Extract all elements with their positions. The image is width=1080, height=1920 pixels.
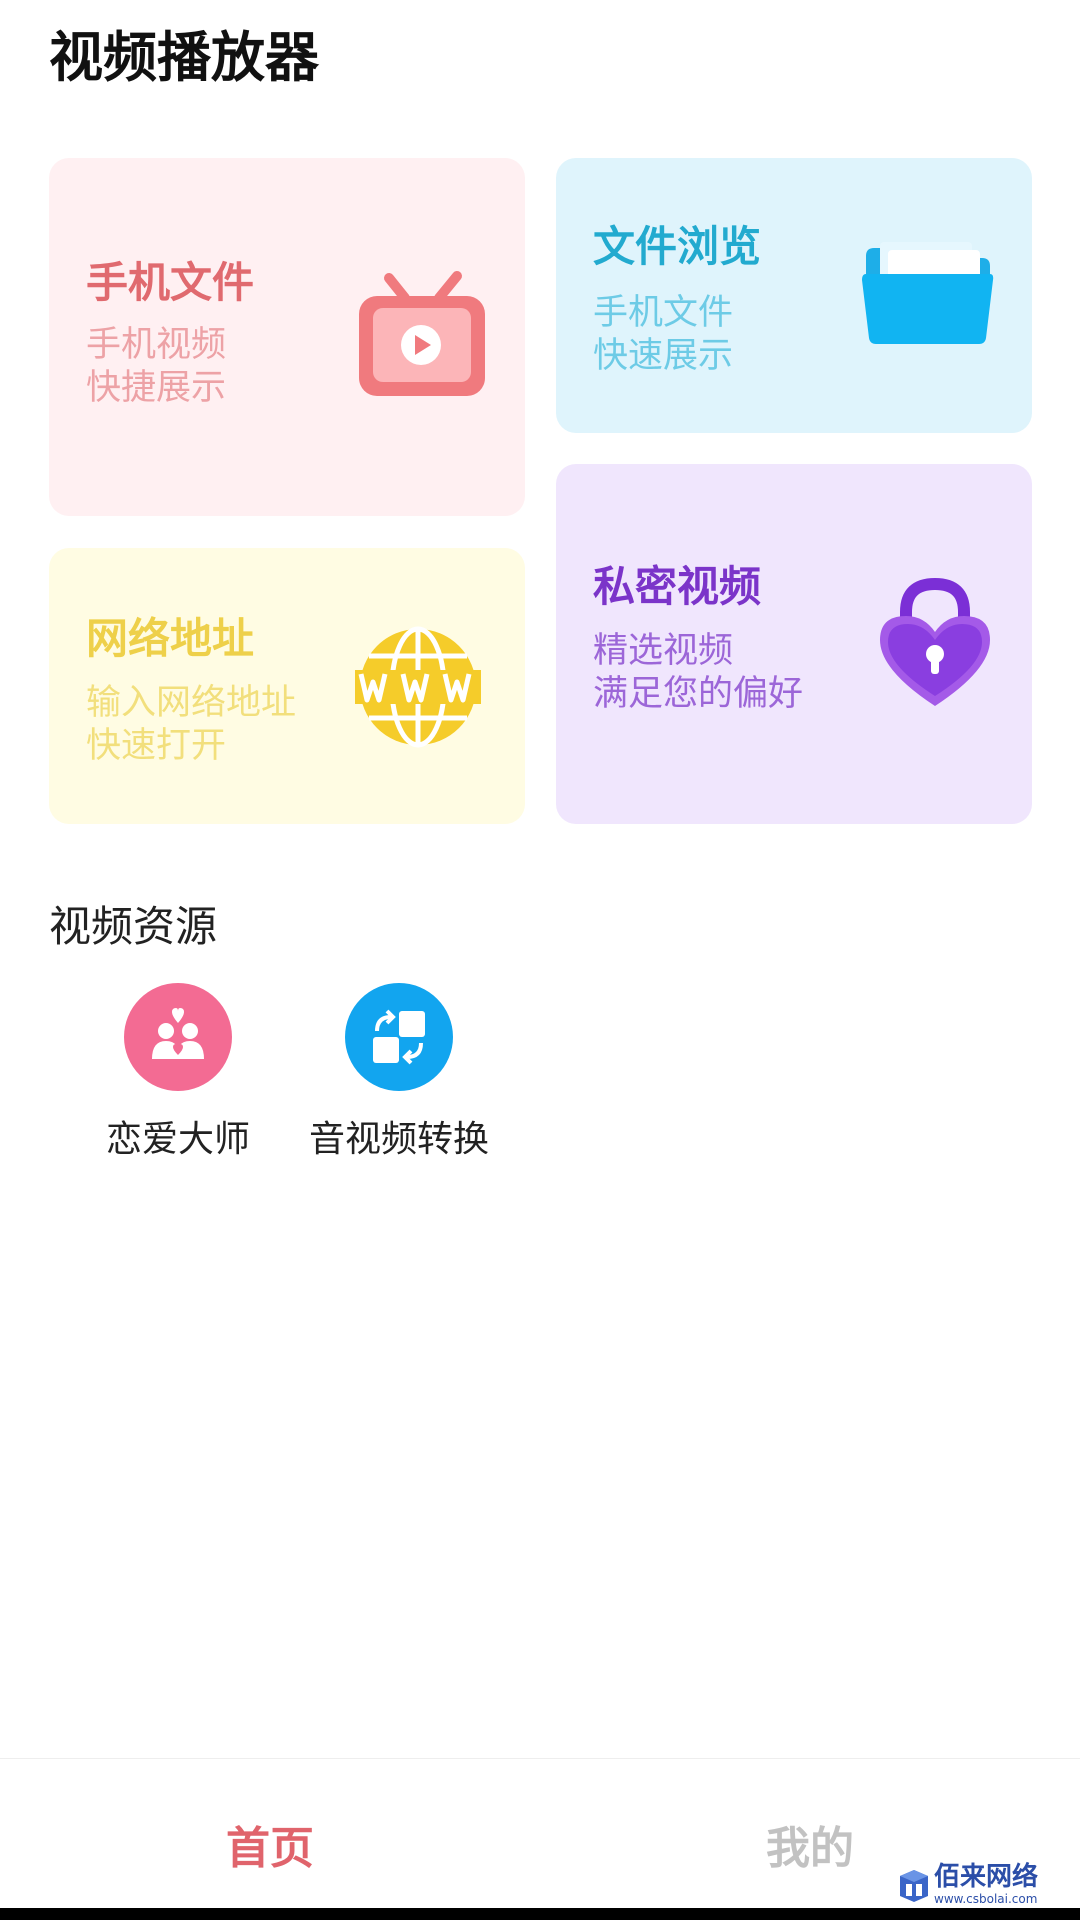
heart-lock-icon	[880, 578, 990, 706]
system-bottom-bar	[0, 1908, 1080, 1920]
resource-icon-circle	[345, 983, 453, 1091]
tv-play-icon	[359, 271, 485, 396]
card-web-address[interactable]: 网络地址 输入网络地址 快速打开	[49, 548, 525, 824]
card-phone-files[interactable]: 手机文件 手机视频 快捷展示	[49, 158, 525, 516]
card-private-video[interactable]: 私密视频 精选视频 满足您的偏好	[556, 464, 1032, 824]
card-subtitle: 手机视频 快捷展示	[86, 325, 227, 408]
card-subtitle: 输入网络地址 快速打开	[86, 683, 297, 766]
watermark-logo-icon	[900, 1870, 928, 1902]
section-title-resources: 视频资源	[49, 902, 218, 951]
card-title: 私密视频	[593, 562, 762, 611]
card-subtitle: 手机文件 快速展示	[593, 293, 734, 376]
watermark: 佰来网络 www.csbolai.com	[898, 1862, 1068, 1908]
resource-label: 音视频转换	[308, 1119, 489, 1160]
convert-icon	[373, 1009, 425, 1065]
resource-item-love-master[interactable]: 恋爱大师	[73, 983, 283, 1163]
card-file-browse[interactable]: 文件浏览 手机文件 快速展示	[556, 158, 1032, 433]
resource-label: 恋爱大师	[105, 1119, 250, 1160]
card-title: 网络地址	[86, 614, 255, 663]
page-title: 视频播放器	[49, 26, 319, 89]
folder-icon	[862, 242, 994, 344]
nav-tab-home[interactable]: 首页	[0, 1759, 540, 1909]
resource-item-av-convert[interactable]: 音视频转换	[294, 983, 504, 1163]
watermark-text: 佰来网络	[934, 1862, 1039, 1892]
card-title: 手机文件	[86, 258, 255, 307]
globe-www-icon	[355, 626, 481, 748]
card-subtitle: 精选视频 满足您的偏好	[593, 631, 804, 714]
card-title: 文件浏览	[593, 222, 762, 271]
resource-icon-circle	[124, 983, 232, 1091]
watermark-url: www.csbolai.com	[934, 1892, 1038, 1906]
couple-heart-icon	[152, 1008, 204, 1059]
